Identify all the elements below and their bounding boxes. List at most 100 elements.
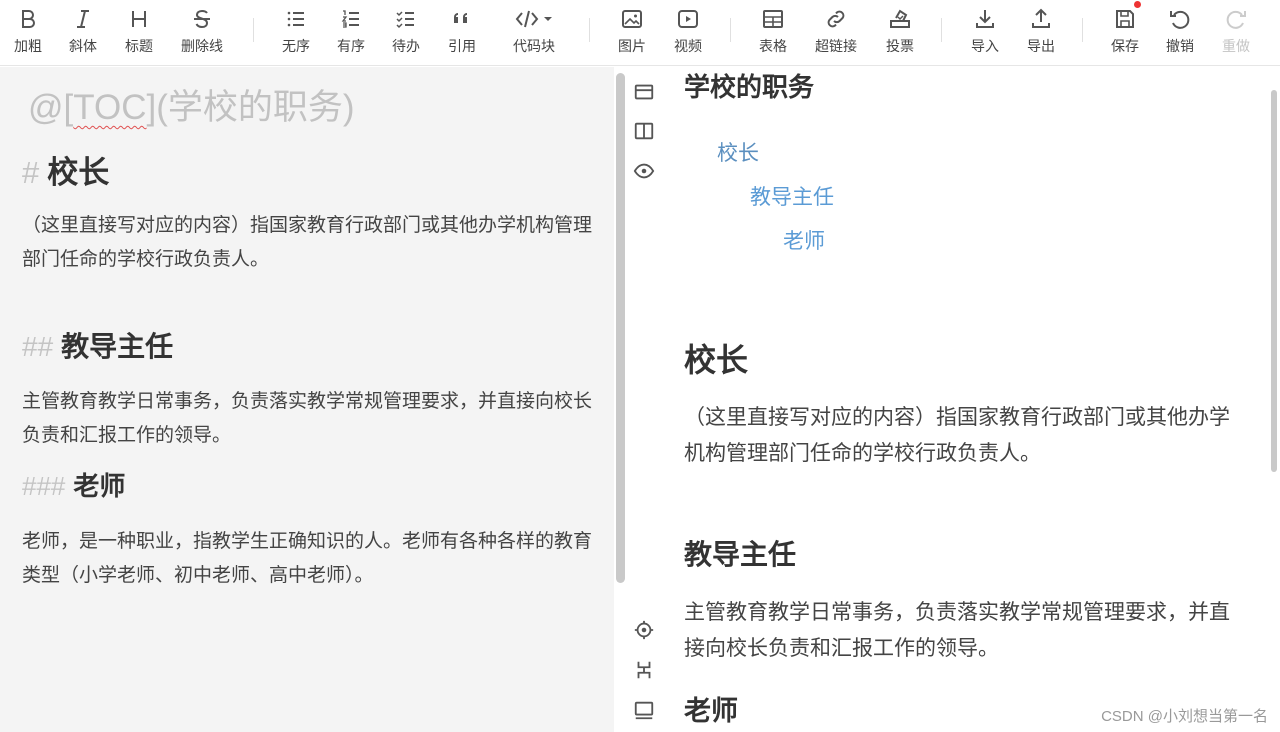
video-label: 视频 (674, 39, 702, 55)
undo-icon (1165, 4, 1195, 34)
layout-single-icon[interactable] (631, 79, 657, 105)
image-icon (617, 4, 647, 34)
toolbar-divider (941, 18, 942, 42)
code-block-button[interactable]: 代码块 (496, 4, 572, 62)
preview-toc-title: 学校的职务 (684, 72, 815, 102)
import-label: 导入 (971, 39, 999, 55)
preview-paragraph-1: （这里直接写对应的内容）指国家教育行政部门或其他办学机构管理部门任命的学校行政负… (684, 406, 1230, 465)
sync-scroll-icon[interactable] (631, 657, 657, 683)
unordered-list-label: 无序 (282, 39, 310, 55)
markdown-preview: 学校的职务 校长 教导主任 老师 校长 （这里直接写对应的内容）指国家教育行政部… (664, 67, 1268, 732)
h1-mark: # (22, 155, 40, 190)
toolbar: 加粗 斜体 标题 删除线 无序 有序 待办 引用 代码块 图片 视频 表格 超链… (0, 0, 1280, 66)
layout-split-icon[interactable] (631, 118, 657, 144)
toolbar-divider (1082, 18, 1083, 42)
todo-list-icon (391, 4, 421, 34)
code-block-label: 代码块 (513, 39, 555, 55)
toc-keyword: TOC (73, 88, 147, 127)
italic-label: 斜体 (69, 39, 97, 55)
upload-icon (1026, 4, 1056, 34)
image-label: 图片 (618, 39, 646, 55)
editor-scrollbar[interactable] (616, 73, 625, 583)
table-button[interactable]: 表格 (745, 4, 801, 62)
vote-button[interactable]: 投票 (872, 4, 928, 62)
toolbar-divider (730, 18, 731, 42)
quote-button[interactable]: 引用 (434, 4, 490, 62)
editor-h2-line: ## 教导主任 (22, 325, 173, 365)
unordered-list-icon (281, 4, 311, 34)
toolbar-divider (253, 18, 254, 42)
editor-h1-text: 校长 (47, 155, 110, 190)
editor-h2-text: 教导主任 (61, 331, 174, 362)
redo-label: 重做 (1222, 39, 1250, 55)
heading-label: 标题 (125, 39, 153, 55)
locate-icon[interactable] (631, 617, 657, 643)
preview-scrollbar[interactable] (1271, 90, 1277, 472)
ordered-list-label: 有序 (337, 39, 365, 55)
ordered-list-button[interactable]: 有序 (323, 4, 379, 62)
editor-h3-line: ### 老师 (22, 466, 125, 503)
hyperlink-label: 超链接 (815, 39, 857, 55)
code-block-icon (509, 4, 559, 34)
download-icon (970, 4, 1000, 34)
italic-button[interactable]: 斜体 (55, 4, 111, 62)
heading-button[interactable]: 标题 (111, 4, 167, 62)
editor-paragraph-2: 主管教育教学日常事务，负责落实教学常规管理要求，并直接向校长负责和汇报工作的领导… (22, 391, 593, 446)
bold-button[interactable]: 加粗 (0, 4, 56, 62)
preview-eye-icon[interactable] (631, 158, 657, 184)
bold-icon (13, 4, 43, 34)
save-button[interactable]: 保存 (1097, 1, 1153, 62)
fullscreen-icon[interactable] (631, 697, 657, 723)
editor-toc-line: @[TOC](学校的职务) (28, 79, 355, 130)
strikethrough-button[interactable]: 删除线 (174, 4, 230, 62)
preview-paragraph-2: 主管教育教学日常事务，负责落实教学常规管理要求，并直接向校长负责和汇报工作的领导… (684, 601, 1230, 660)
bold-label: 加粗 (14, 39, 42, 55)
strikethrough-icon (187, 4, 217, 34)
h2-mark: ## (22, 331, 54, 362)
ordered-list-icon (336, 4, 366, 34)
heading-icon (124, 4, 154, 34)
toolbar-divider (589, 18, 590, 42)
editor-paragraph-1: （这里直接写对应的内容）指国家教育行政部门或其他办学机构管理部门任命的学校行政负… (22, 215, 593, 270)
italic-icon (68, 4, 98, 34)
toc-link-dean[interactable]: 教导主任 (750, 181, 834, 211)
unsaved-indicator-dot (1134, 1, 1141, 8)
export-button[interactable]: 导出 (1013, 4, 1069, 62)
editor-paragraph-3: 老师，是一种职业，指教学生正确知识的人。老师有各种各样的教育类型（小学老师、初中… (22, 531, 593, 586)
image-button[interactable]: 图片 (604, 4, 660, 62)
redo-button[interactable]: 重做 (1208, 4, 1264, 62)
toc-prefix: @[ (28, 88, 74, 127)
link-icon (821, 4, 851, 34)
undo-label: 撤销 (1166, 39, 1194, 55)
save-label: 保存 (1111, 39, 1139, 55)
hyperlink-button[interactable]: 超链接 (808, 4, 864, 62)
preview-h3: 老师 (684, 696, 738, 726)
todo-list-label: 待办 (392, 39, 420, 55)
vote-label: 投票 (886, 39, 914, 55)
video-icon (673, 4, 703, 34)
watermark: CSDN @小刘想当第一名 (1101, 708, 1268, 725)
h3-mark: ### (22, 471, 66, 501)
undo-button[interactable]: 撤销 (1152, 4, 1208, 62)
markdown-editor[interactable]: @[TOC](学校的职务) # 校长 （这里直接写对应的内容）指国家教育行政部门或… (0, 67, 614, 732)
preview-h1: 校长 (684, 342, 749, 378)
toc-link-principal[interactable]: 校长 (717, 137, 759, 167)
toc-suffix: ](学校的职务) (146, 88, 355, 127)
unordered-list-button[interactable]: 无序 (268, 4, 324, 62)
strikethrough-label: 删除线 (181, 39, 223, 55)
table-icon (758, 4, 788, 34)
table-label: 表格 (759, 39, 787, 55)
todo-list-button[interactable]: 待办 (378, 4, 434, 62)
editor-h1-line: # 校长 (22, 147, 109, 192)
quote-icon (447, 4, 477, 34)
preview-h2: 教导主任 (684, 539, 797, 570)
toc-link-teacher[interactable]: 老师 (783, 225, 825, 255)
vote-icon (885, 4, 915, 34)
export-label: 导出 (1027, 39, 1055, 55)
quote-label: 引用 (448, 39, 476, 55)
video-button[interactable]: 视频 (660, 4, 716, 62)
save-icon (1110, 4, 1140, 34)
editor-h3-text: 老师 (73, 471, 126, 501)
redo-icon (1221, 4, 1251, 34)
import-button[interactable]: 导入 (957, 4, 1013, 62)
